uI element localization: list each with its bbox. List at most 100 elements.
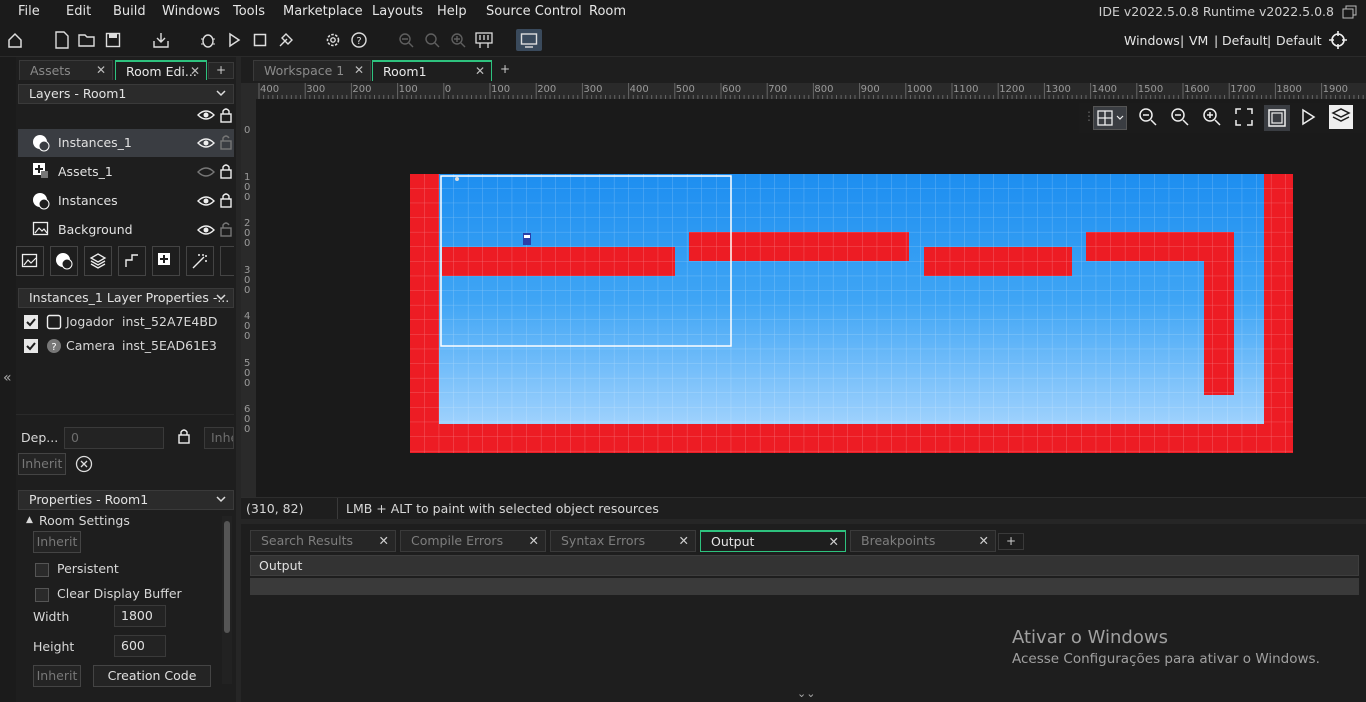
- height-input[interactable]: 600: [114, 635, 166, 657]
- desktop-view-icon[interactable]: [516, 29, 542, 51]
- create-executable-icon[interactable]: [150, 29, 172, 51]
- add-editor-tab-button[interactable]: +: [493, 62, 517, 79]
- eye-icon[interactable]: [197, 194, 215, 208]
- add-output-tab-button[interactable]: +: [998, 533, 1024, 550]
- lock-icon[interactable]: [219, 163, 233, 179]
- stop-icon[interactable]: [249, 29, 271, 51]
- tab-room-editor[interactable]: Room Edi... ✕: [115, 60, 207, 81]
- save-icon[interactable]: [102, 29, 124, 51]
- zoom-reset-icon[interactable]: [1169, 106, 1191, 128]
- zoom-out-icon[interactable]: [1137, 106, 1159, 128]
- persistent-checkbox[interactable]: [35, 563, 49, 577]
- close-icon[interactable]: ✕: [679, 533, 689, 548]
- depth-input[interactable]: 0: [64, 427, 164, 449]
- instance-row[interactable]: ? Camera inst_5EAD61E3: [16, 336, 234, 360]
- width-input[interactable]: 1800: [114, 605, 166, 627]
- scroll-thumb[interactable]: [224, 521, 230, 633]
- more-layers-button[interactable]: [220, 246, 234, 276]
- menu-tools[interactable]: Tools: [233, 4, 265, 19]
- properties-scrollbar[interactable]: [222, 516, 232, 684]
- close-icon[interactable]: ✕: [475, 64, 485, 78]
- layer-visibility-icon[interactable]: [1329, 105, 1353, 129]
- game-options-icon[interactable]: [473, 29, 495, 51]
- clear-buffer-checkbox[interactable]: [35, 588, 49, 602]
- close-icon[interactable]: ✕: [96, 63, 106, 77]
- new-project-icon[interactable]: [51, 29, 73, 51]
- settings-icon[interactable]: [322, 29, 344, 51]
- menu-edit[interactable]: Edit: [66, 4, 91, 19]
- menu-layouts[interactable]: Layouts: [372, 4, 423, 19]
- lock-icon[interactable]: [219, 107, 233, 123]
- close-icon[interactable]: ✕: [379, 533, 389, 548]
- reset-icon[interactable]: [75, 455, 93, 473]
- debug-icon[interactable]: [197, 29, 219, 51]
- menu-build[interactable]: Build: [113, 4, 146, 19]
- add-background-layer-icon[interactable]: [16, 246, 44, 276]
- collapse-left-icon[interactable]: «: [3, 370, 12, 386]
- layer-row[interactable]: Instances_1: [18, 129, 234, 157]
- expand-down-icon[interactable]: ⌄⌄: [797, 687, 815, 700]
- play-animation-icon[interactable]: [1297, 106, 1319, 128]
- home-icon[interactable]: [4, 29, 26, 51]
- close-icon[interactable]: ✕: [529, 533, 539, 548]
- menu-room[interactable]: Room: [589, 4, 626, 19]
- tab-breakpoints[interactable]: Breakpoints ✕: [850, 530, 996, 552]
- menu-marketplace[interactable]: Marketplace: [283, 4, 363, 19]
- layer-row[interactable]: Instances: [18, 187, 234, 215]
- add-instance-layer-icon[interactable]: [50, 246, 78, 276]
- layer-row[interactable]: Assets_1: [18, 158, 234, 186]
- eye-hidden-icon[interactable]: [197, 165, 215, 179]
- add-effect-layer-icon[interactable]: [186, 246, 214, 276]
- target-crosshair-icon[interactable]: [1327, 29, 1349, 51]
- instance-checkbox[interactable]: [24, 315, 38, 329]
- tab-assets[interactable]: Assets ✕: [19, 60, 113, 81]
- inherit-button[interactable]: Inherit: [18, 453, 66, 475]
- instance-checkbox[interactable]: [24, 339, 38, 353]
- add-asset-layer-icon[interactable]: [152, 246, 180, 276]
- menu-help[interactable]: Help: [437, 4, 467, 19]
- target-platform[interactable]: Windows: [1124, 33, 1180, 48]
- close-icon[interactable]: ✕: [354, 63, 364, 77]
- eye-icon[interactable]: [197, 136, 215, 150]
- clean-icon[interactable]: [275, 29, 297, 51]
- room-canvas[interactable]: ⋮: [256, 99, 1366, 497]
- menu-source-control[interactable]: Source Control: [486, 4, 582, 19]
- help-icon[interactable]: ?: [348, 29, 370, 51]
- frame-view-icon[interactable]: [1264, 105, 1290, 131]
- creation-code-button[interactable]: Creation Code: [93, 665, 211, 687]
- run-icon[interactable]: [223, 29, 245, 51]
- properties-dropdown[interactable]: Properties - Room1: [18, 490, 234, 510]
- inherit-field[interactable]: Inhe: [204, 427, 234, 449]
- horizontal-splitter[interactable]: [241, 519, 1366, 524]
- menu-windows[interactable]: Windows: [162, 4, 220, 19]
- add-tab-button[interactable]: +: [208, 62, 234, 79]
- layer-properties-dropdown[interactable]: Instances_1 Layer Properties -...: [18, 288, 234, 308]
- menu-file[interactable]: File: [18, 4, 40, 19]
- tab-search-results[interactable]: Search Results ✕: [250, 530, 396, 552]
- tab-compile-errors[interactable]: Compile Errors ✕: [400, 530, 546, 552]
- add-path-layer-icon[interactable]: [118, 246, 146, 276]
- eye-icon[interactable]: [197, 223, 215, 237]
- open-project-icon[interactable]: [76, 29, 98, 51]
- room-view[interactable]: [256, 99, 1366, 497]
- inherit-button[interactable]: Inherit: [33, 531, 81, 553]
- fit-view-icon[interactable]: [1233, 106, 1255, 128]
- inherit-creation-button[interactable]: Inherit: [33, 665, 81, 687]
- zoom-reset-icon[interactable]: [421, 29, 443, 51]
- collapse-triangle-icon[interactable]: ▲: [26, 515, 33, 525]
- tab-room1[interactable]: Room1 ✕: [372, 60, 492, 81]
- layers-dropdown[interactable]: Layers - Room1: [18, 84, 234, 104]
- zoom-out-icon[interactable]: [395, 29, 417, 51]
- target-device[interactable]: Default: [1276, 33, 1322, 48]
- tab-syntax-errors[interactable]: Syntax Errors ✕: [550, 530, 696, 552]
- tab-output[interactable]: Output ✕: [700, 530, 846, 552]
- instance-row[interactable]: Jogador inst_52A7E4BD: [16, 312, 234, 336]
- restore-window-icon[interactable]: [1342, 5, 1358, 19]
- lock-icon[interactable]: [177, 428, 191, 444]
- layer-row[interactable]: Background: [18, 216, 234, 244]
- target-vm[interactable]: VM: [1189, 33, 1208, 48]
- camera-instance[interactable]: [455, 177, 459, 181]
- lock-icon[interactable]: [219, 192, 233, 208]
- eye-icon[interactable]: [197, 108, 215, 122]
- zoom-in-icon[interactable]: [1201, 106, 1223, 128]
